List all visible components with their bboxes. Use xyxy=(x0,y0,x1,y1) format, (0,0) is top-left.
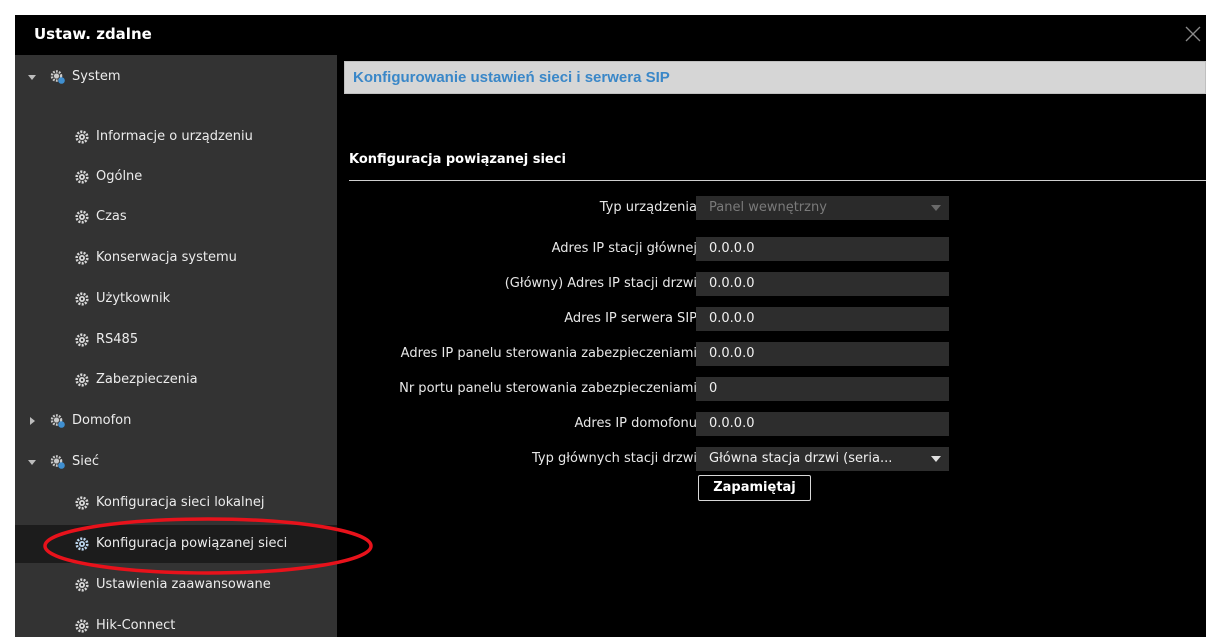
caret-down-icon[interactable] xyxy=(27,457,37,467)
tree-item-time[interactable]: Czas xyxy=(15,198,337,236)
device-type-select[interactable]: Panel wewnętrzny xyxy=(696,196,949,220)
door-station-ip-value: 0.0.0.0 xyxy=(709,276,755,291)
main-door-station-type-value: Główna stacja drzwi (seria... xyxy=(709,451,893,466)
tree-item-advanced[interactable]: Ustawienia zaawansowane xyxy=(15,566,337,604)
divider xyxy=(349,180,1206,181)
gear-icon xyxy=(75,292,89,306)
device-type-value: Panel wewnętrzny xyxy=(709,200,827,215)
alarm-panel-port-value: 0 xyxy=(709,381,718,396)
main-station-ip-label: Adres IP stacji głównej xyxy=(551,241,697,256)
remote-settings-window: Ustaw. zdalne System Informacje o urządz… xyxy=(15,15,1206,637)
section-title: Konfigurowanie ustawień sieci i serwera … xyxy=(353,69,670,86)
alarm-panel-ip-input[interactable]: 0.0.0.0 xyxy=(696,342,949,366)
gear-group-icon xyxy=(50,455,65,469)
section-header: Konfigurowanie ustawień sieci i serwera … xyxy=(344,61,1206,94)
tree-item-user[interactable]: Użytkownik xyxy=(15,280,337,318)
tree-item-local-network[interactable]: Konfiguracja sieci lokalnej xyxy=(15,484,337,522)
tree-item-linked-network[interactable]: Konfiguracja powiązanej sieci xyxy=(15,525,337,563)
gear-icon xyxy=(75,170,89,184)
device-type-label: Typ urządzenia xyxy=(599,200,697,215)
tree-item-general[interactable]: Ogólne xyxy=(15,158,337,196)
tree-item-rs485[interactable]: RS485 xyxy=(15,321,337,359)
tree-item-hik-connect[interactable]: Hik-Connect xyxy=(15,607,337,637)
tree-group-intercom[interactable]: Domofon xyxy=(15,402,337,440)
form-subheading: Konfiguracja powiązanej sieci xyxy=(349,152,566,167)
main-panel: Konfigurowanie ustawień sieci i serwera … xyxy=(337,55,1206,637)
tree-item-maintenance[interactable]: Konserwacja systemu xyxy=(15,239,337,277)
sip-server-ip-value: 0.0.0.0 xyxy=(709,311,755,326)
tree-label: Informacje o urządzeniu xyxy=(96,129,253,144)
tree-group-network[interactable]: Sieć xyxy=(15,443,337,481)
gear-icon xyxy=(75,619,89,633)
door-station-ip-label: (Główny) Adres IP stacji drzwi xyxy=(504,276,697,291)
gear-icon xyxy=(75,373,89,387)
sip-server-ip-input[interactable]: 0.0.0.0 xyxy=(696,307,949,331)
save-button[interactable]: Zapamiętaj xyxy=(698,475,811,501)
caret-down-icon[interactable] xyxy=(27,72,37,82)
close-icon xyxy=(1185,26,1201,42)
tree-label: Sieć xyxy=(72,454,100,469)
tree-label: Użytkownik xyxy=(96,291,171,306)
window-title: Ustaw. zdalne xyxy=(34,25,152,43)
tree-label: Domofon xyxy=(72,413,132,428)
settings-tree: System Informacje o urządzeniu Ogólne Cz… xyxy=(15,55,337,637)
main-door-station-type-label: Typ głównych stacji drzwi xyxy=(532,451,697,466)
door-station-ip-input[interactable]: 0.0.0.0 xyxy=(696,272,949,296)
tree-item-security[interactable]: Zabezpieczenia xyxy=(15,361,337,399)
alarm-panel-port-input[interactable]: 0 xyxy=(696,377,949,401)
caret-right-icon[interactable] xyxy=(27,416,37,426)
sip-server-ip-label: Adres IP serwera SIP xyxy=(564,311,697,326)
gear-icon xyxy=(75,578,89,592)
tree-label: Konfiguracja powiązanej sieci xyxy=(96,536,288,551)
gear-icon xyxy=(75,130,89,144)
intercom-ip-label: Adres IP domofonu xyxy=(574,416,697,431)
tree-label: Zabezpieczenia xyxy=(96,372,198,387)
tree-label: Ogólne xyxy=(96,169,143,184)
chevron-down-icon xyxy=(931,456,941,462)
tree-label: Konserwacja systemu xyxy=(96,250,237,265)
tree-label: Czas xyxy=(96,209,127,224)
alarm-panel-ip-label: Adres IP panelu sterowania zabezpieczeni… xyxy=(400,346,697,361)
gear-icon xyxy=(75,496,89,510)
title-bar: Ustaw. zdalne xyxy=(15,15,1206,55)
tree-label: System xyxy=(72,69,121,84)
tree-label: Ustawienia zaawansowane xyxy=(96,577,271,592)
main-door-station-type-select[interactable]: Główna stacja drzwi (seria... xyxy=(696,447,949,471)
intercom-ip-value: 0.0.0.0 xyxy=(709,416,755,431)
tree-label: Konfiguracja sieci lokalnej xyxy=(96,495,265,510)
alarm-panel-ip-value: 0.0.0.0 xyxy=(709,346,755,361)
tree-group-system[interactable]: System xyxy=(15,58,337,96)
tree-label: Hik-Connect xyxy=(96,618,176,633)
tree-item-device-info[interactable]: Informacje o urządzeniu xyxy=(15,118,337,156)
intercom-ip-input[interactable]: 0.0.0.0 xyxy=(696,412,949,436)
main-station-ip-value: 0.0.0.0 xyxy=(709,241,755,256)
close-button[interactable] xyxy=(1182,21,1206,49)
tree-label: RS485 xyxy=(96,332,139,347)
gear-icon xyxy=(75,537,89,551)
gear-icon xyxy=(75,251,89,265)
main-station-ip-input[interactable]: 0.0.0.0 xyxy=(696,237,949,261)
alarm-panel-port-label: Nr portu panelu sterowania zabezpieczeni… xyxy=(399,381,697,396)
gear-icon xyxy=(75,333,89,347)
gear-group-icon xyxy=(50,414,65,428)
gear-group-icon xyxy=(50,70,65,84)
chevron-down-icon xyxy=(931,205,941,211)
gear-icon xyxy=(75,210,89,224)
